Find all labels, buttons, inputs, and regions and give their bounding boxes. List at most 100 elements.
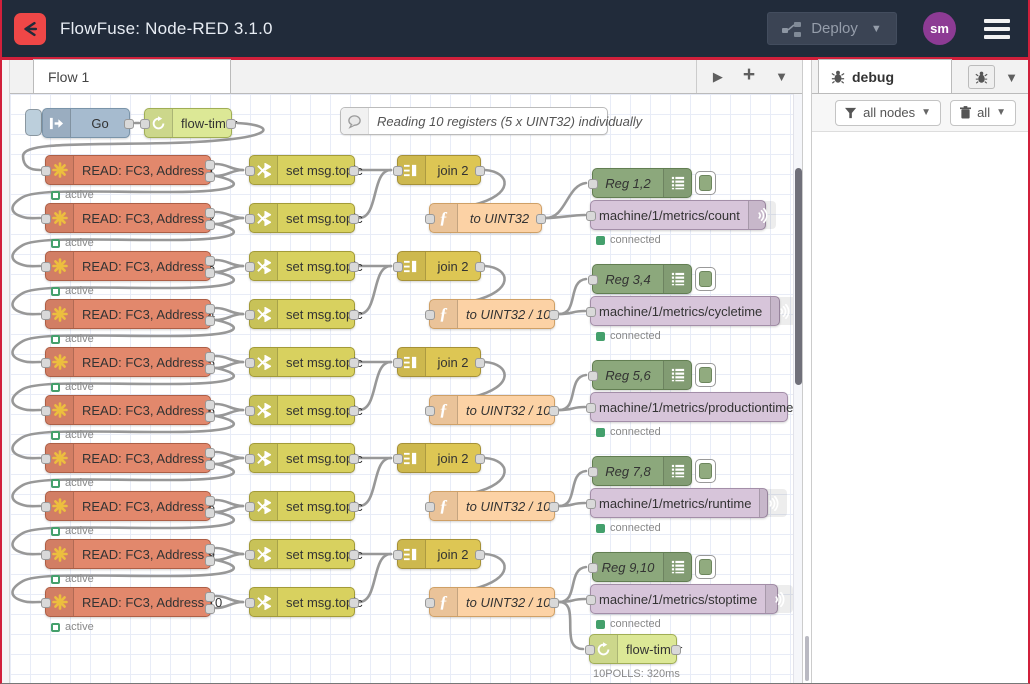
port-in[interactable] xyxy=(586,211,596,221)
node-debug-5[interactable]: Reg 9,10 xyxy=(592,552,692,582)
deploy-button[interactable]: Deploy ▼ xyxy=(767,12,897,45)
port-out1[interactable] xyxy=(205,256,215,266)
port-in[interactable] xyxy=(425,214,435,224)
node-read-1[interactable]: READ: FC3, Address 1 xyxy=(45,155,211,185)
node-join-5[interactable]: join 2 xyxy=(397,539,481,569)
port-out2[interactable] xyxy=(205,364,215,374)
port-in[interactable] xyxy=(586,499,596,509)
node-join-1[interactable]: join 2 xyxy=(397,155,481,185)
debug-clear-button[interactable]: all ▼ xyxy=(950,100,1016,126)
port-out2[interactable] xyxy=(205,220,215,230)
inject-trigger-button[interactable] xyxy=(25,109,42,136)
node-inject-go[interactable]: Go xyxy=(42,108,130,138)
main-menu-icon[interactable] xyxy=(982,15,1012,43)
node-mqtt-out-4[interactable]: machine/1/metrics/runtime xyxy=(590,488,768,518)
port-out[interactable] xyxy=(475,454,485,464)
port-out1[interactable] xyxy=(205,352,215,362)
port-in[interactable] xyxy=(588,179,598,189)
port-in[interactable] xyxy=(41,358,51,368)
port-out[interactable] xyxy=(226,119,236,129)
node-function-1[interactable]: ƒto UINT32 xyxy=(429,203,542,233)
sidebar-menu-chevron-icon[interactable]: ▼ xyxy=(1005,70,1018,85)
port-out[interactable] xyxy=(549,598,559,608)
port-out2[interactable] xyxy=(205,460,215,470)
debug-toggle-button[interactable] xyxy=(695,363,716,387)
port-in[interactable] xyxy=(393,454,403,464)
node-read-7[interactable]: READ: FC3, Address 7 xyxy=(45,443,211,473)
node-read-2[interactable]: READ: FC3, Address 2 xyxy=(45,203,211,233)
port-in[interactable] xyxy=(588,467,598,477)
port-in[interactable] xyxy=(245,406,255,416)
node-join-4[interactable]: join 2 xyxy=(397,443,481,473)
port-in[interactable] xyxy=(425,502,435,512)
node-join-2[interactable]: join 2 xyxy=(397,251,481,281)
port-out2[interactable] xyxy=(205,316,215,326)
port-in[interactable] xyxy=(140,119,150,129)
port-out[interactable] xyxy=(475,358,485,368)
port-in[interactable] xyxy=(245,502,255,512)
port-in[interactable] xyxy=(586,595,596,605)
port-in[interactable] xyxy=(245,550,255,560)
node-read-6[interactable]: READ: FC3, Address 6 xyxy=(45,395,211,425)
port-out[interactable] xyxy=(124,119,134,129)
tab-flow-1[interactable]: Flow 1 xyxy=(33,59,231,93)
canvas-vscrollbar-thumb[interactable] xyxy=(795,168,802,385)
port-out[interactable] xyxy=(549,502,559,512)
port-in[interactable] xyxy=(245,310,255,320)
port-out[interactable] xyxy=(536,214,546,224)
node-comment[interactable]: Reading 10 registers (5 x UINT32) indivi… xyxy=(340,107,608,135)
debug-toggle-button[interactable] xyxy=(695,171,716,195)
sidebar-splitter[interactable] xyxy=(802,60,812,683)
node-set-topic-2[interactable]: set msg.topic xyxy=(249,203,355,233)
port-out[interactable] xyxy=(349,598,359,608)
port-in[interactable] xyxy=(425,598,435,608)
port-out[interactable] xyxy=(349,262,359,272)
node-read-8[interactable]: READ: FC3, Address 8 xyxy=(45,491,211,521)
splitter-scroll-thumb[interactable] xyxy=(805,636,809,681)
port-out[interactable] xyxy=(349,454,359,464)
port-in[interactable] xyxy=(41,214,51,224)
port-in[interactable] xyxy=(393,262,403,272)
port-in[interactable] xyxy=(588,563,598,573)
flow-list-chevron-icon[interactable]: ▼ xyxy=(775,69,788,84)
node-set-topic-6[interactable]: set msg.topic xyxy=(249,395,355,425)
debug-toggle-button[interactable] xyxy=(695,459,716,483)
node-function-5[interactable]: ƒto UINT32 / 100 xyxy=(429,587,555,617)
port-out2[interactable] xyxy=(205,268,215,278)
port-in[interactable] xyxy=(588,275,598,285)
port-out[interactable] xyxy=(475,262,485,272)
tab-scroll-right-icon[interactable]: ▶ xyxy=(713,69,723,85)
port-out[interactable] xyxy=(475,550,485,560)
node-flow-timer-bottom[interactable]: flow-timer xyxy=(589,634,677,664)
port-in[interactable] xyxy=(245,454,255,464)
port-in[interactable] xyxy=(41,598,51,608)
port-in[interactable] xyxy=(245,358,255,368)
port-out[interactable] xyxy=(671,645,681,655)
node-mqtt-out-3[interactable]: machine/1/metrics/productiontime xyxy=(590,392,788,422)
node-set-topic-3[interactable]: set msg.topic xyxy=(249,251,355,281)
node-debug-2[interactable]: Reg 3,4 xyxy=(592,264,692,294)
debug-filter-bug-button[interactable] xyxy=(968,65,995,89)
port-in[interactable] xyxy=(393,550,403,560)
node-set-topic-5[interactable]: set msg.topic xyxy=(249,347,355,377)
port-in[interactable] xyxy=(41,454,51,464)
port-out[interactable] xyxy=(349,214,359,224)
node-flow-timer-top[interactable]: flow-timer xyxy=(144,108,232,138)
node-set-topic-9[interactable]: set msg.topic xyxy=(249,539,355,569)
port-out[interactable] xyxy=(549,310,559,320)
port-out[interactable] xyxy=(349,166,359,176)
node-function-4[interactable]: ƒto UINT32 / 100 xyxy=(429,491,555,521)
port-in[interactable] xyxy=(245,262,255,272)
port-out1[interactable] xyxy=(205,160,215,170)
node-set-topic-1[interactable]: set msg.topic xyxy=(249,155,355,185)
node-read-10[interactable]: READ: FC3, Address 10 xyxy=(45,587,211,617)
node-mqtt-out-2[interactable]: machine/1/metrics/cycletime xyxy=(590,296,780,326)
node-debug-1[interactable]: Reg 1,2 xyxy=(592,168,692,198)
port-in[interactable] xyxy=(245,598,255,608)
node-set-topic-7[interactable]: set msg.topic xyxy=(249,443,355,473)
port-in[interactable] xyxy=(393,166,403,176)
add-flow-button[interactable]: + xyxy=(743,63,755,87)
port-in[interactable] xyxy=(393,358,403,368)
port-out[interactable] xyxy=(549,406,559,416)
node-mqtt-out-5[interactable]: machine/1/metrics/stoptime xyxy=(590,584,778,614)
